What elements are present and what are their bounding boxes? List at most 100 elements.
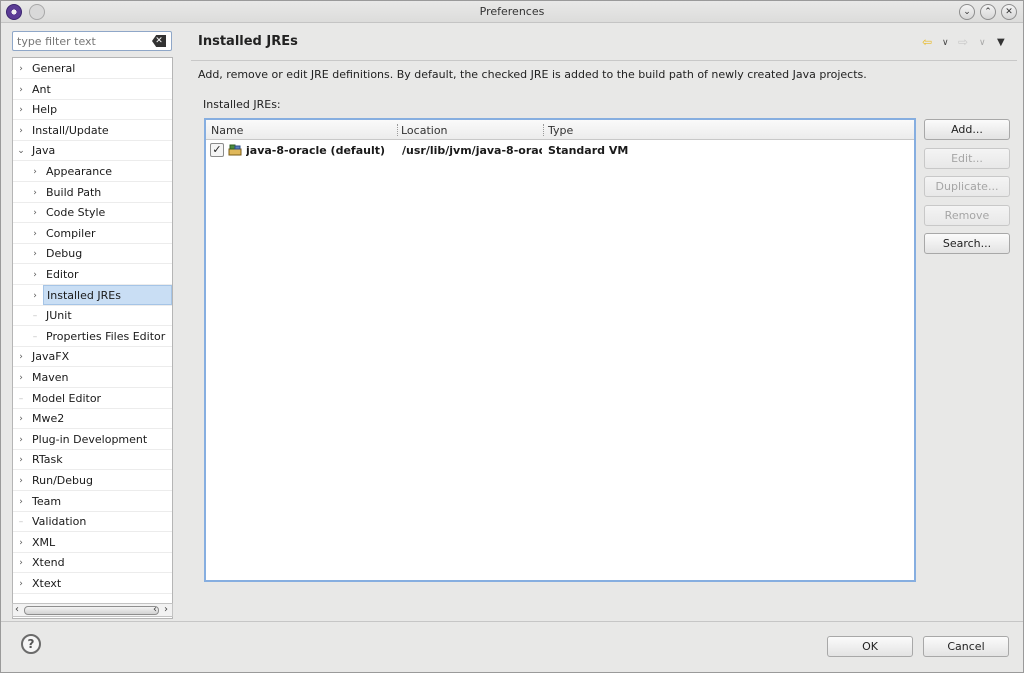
default-jre-checkbox[interactable]: ✓ — [210, 143, 224, 157]
tree-item-installed-jres[interactable]: › Installed JREs — [13, 284, 172, 306]
column-separator[interactable] — [543, 124, 544, 136]
preferences-tree[interactable]: › General › Ant › Help › Install/Update ⌄ Java › Ap… — [12, 57, 173, 619]
scrollbar-thumb[interactable] — [24, 606, 159, 615]
tree-item-help[interactable]: › Help — [13, 100, 172, 121]
expand-right-icon[interactable]: › — [17, 80, 25, 100]
add-jre-button[interactable]: Add... — [924, 119, 1010, 140]
tree-item-model-editor[interactable]: – Model Editor — [13, 389, 172, 409]
back-arrow-icon[interactable]: ⇦ — [922, 35, 932, 49]
filter-input[interactable] — [17, 34, 147, 48]
expand-right-icon[interactable]: › — [17, 409, 25, 429]
expand-right-icon[interactable]: › — [17, 59, 25, 79]
remove-jre-button[interactable]: Remove — [924, 205, 1010, 226]
tree-item-run-debug[interactable]: › Run/Debug — [13, 471, 172, 491]
tree-item-label: Maven — [32, 371, 69, 384]
jre-library-icon — [228, 144, 242, 156]
tree-item-plug-in-development[interactable]: › Plug-in Development — [13, 430, 172, 450]
expand-right-icon[interactable]: › — [17, 574, 25, 594]
header-separator — [191, 60, 1017, 61]
tree-item-mwe2[interactable]: › Mwe2 — [13, 409, 172, 430]
expand-right-icon[interactable]: › — [17, 100, 25, 120]
installed-jres-label: Installed JREs: — [203, 98, 281, 111]
column-header-type[interactable]: Type — [548, 124, 573, 137]
expand-right-icon[interactable]: › — [31, 224, 39, 244]
column-header-location[interactable]: Location — [401, 124, 448, 137]
scroll-left-icon[interactable]: ‹ — [15, 604, 19, 616]
expand-right-icon[interactable]: › — [17, 533, 25, 553]
column-header-name[interactable]: Name — [211, 124, 243, 137]
tree-item-label: Validation — [32, 515, 87, 529]
tree-item-properties-files-editor[interactable]: – Properties Files Editor — [13, 327, 172, 347]
expand-right-icon[interactable]: › — [31, 265, 39, 285]
tree-item-editor[interactable]: › Editor — [13, 265, 172, 285]
tree-line-icon: – — [18, 517, 24, 528]
search-jre-button[interactable]: Search... — [924, 233, 1010, 254]
tree-item-install-update[interactable]: › Install/Update — [13, 121, 172, 141]
tree-item-maven[interactable]: › Maven — [13, 368, 172, 388]
expand-right-icon[interactable]: › — [17, 430, 25, 450]
expand-right-icon[interactable]: › — [17, 450, 25, 470]
table-row[interactable]: ✓ java-8-oracle (default) /usr/lib/jvm/j… — [206, 141, 914, 161]
tree-item-label: Java — [32, 144, 56, 158]
expand-right-icon[interactable]: › — [31, 286, 39, 306]
tree-item-label: Model Editor — [32, 391, 102, 405]
jre-location-cell: /usr/lib/jvm/java-8-orac — [402, 144, 542, 157]
scroll-right-icon[interactable]: › — [164, 604, 168, 616]
tree-item-label: General — [32, 62, 76, 75]
tree-item-general[interactable]: › General — [13, 59, 172, 79]
expand-right-icon[interactable]: › — [17, 553, 25, 573]
clear-filter-icon[interactable]: ✕ — [152, 35, 166, 47]
tree-item-label: Build Path — [46, 185, 102, 199]
tree-item-xml[interactable]: › XML — [13, 533, 172, 553]
tree-item-javafx[interactable]: › JavaFX — [13, 347, 172, 368]
maximize-button[interactable]: ⌃ — [980, 4, 996, 20]
expand-down-icon[interactable]: ⌄ — [17, 141, 25, 161]
help-icon[interactable]: ? — [21, 634, 41, 654]
minimize-button[interactable]: ⌄ — [959, 4, 975, 20]
tree-item-label: Mwe2 — [32, 412, 65, 426]
expand-right-icon[interactable]: › — [31, 244, 39, 264]
scroll-left-end-icon[interactable]: ‹ — [153, 604, 157, 616]
tree-item-junit[interactable]: – JUnit — [13, 306, 172, 327]
tree-item-code-style[interactable]: › Code Style — [13, 203, 172, 224]
expand-right-icon[interactable]: › — [17, 471, 25, 491]
expand-right-icon[interactable]: › — [17, 121, 25, 141]
cancel-button[interactable]: Cancel — [923, 636, 1009, 657]
expand-right-icon[interactable]: › — [31, 183, 39, 203]
tree-horizontal-scrollbar[interactable]: ‹ ‹ › — [12, 603, 173, 617]
duplicate-jre-button[interactable]: Duplicate... — [924, 176, 1010, 197]
ok-button[interactable]: OK — [827, 636, 913, 657]
expand-right-icon[interactable]: › — [31, 162, 39, 182]
tree-item-debug[interactable]: › Debug — [13, 244, 172, 265]
filter-field[interactable]: ✕ — [12, 31, 172, 51]
tree-item-java[interactable]: ⌄ Java — [13, 141, 172, 162]
jre-type-cell: Standard VM — [548, 144, 629, 157]
tree-item-rtask[interactable]: › RTask — [13, 450, 172, 471]
tree-item-label: Xtext — [32, 577, 62, 590]
tree-item-label: Code Style — [46, 206, 106, 220]
tree-item-validation[interactable]: – Validation — [13, 512, 172, 533]
jre-name-cell: java-8-oracle (default) — [246, 144, 386, 157]
tree-item-ant[interactable]: › Ant — [13, 80, 172, 100]
expand-right-icon[interactable]: › — [17, 492, 25, 512]
tree-item-team[interactable]: › Team — [13, 492, 172, 512]
tree-item-label: XML — [32, 535, 56, 549]
expand-right-icon[interactable]: › — [31, 203, 39, 223]
column-separator[interactable] — [397, 124, 398, 136]
expand-right-icon[interactable]: › — [17, 368, 25, 388]
expand-right-icon[interactable]: › — [17, 347, 25, 367]
close-button[interactable]: ✕ — [1001, 4, 1017, 20]
tree-item-label: Team — [32, 494, 62, 508]
tree-item-label: JUnit — [46, 309, 72, 323]
back-menu-chevron-icon[interactable]: ∨ — [942, 38, 949, 48]
tree-item-appearance[interactable]: › Appearance — [13, 162, 172, 182]
installed-jres-table[interactable]: Name Location Type ✓ java-8-oracle (defa… — [204, 118, 916, 582]
tree-item-build-path[interactable]: › Build Path — [13, 183, 172, 203]
view-menu-icon[interactable]: ▼ — [997, 37, 1005, 48]
tree-item-xtext[interactable]: › Xtext — [13, 574, 172, 594]
edit-jre-button[interactable]: Edit... — [924, 148, 1010, 169]
tree-item-xtend[interactable]: › Xtend — [13, 553, 172, 574]
tree-item-label: Editor — [46, 268, 79, 281]
forward-menu-chevron-icon: ∨ — [979, 38, 986, 48]
tree-item-compiler[interactable]: › Compiler — [13, 224, 172, 244]
